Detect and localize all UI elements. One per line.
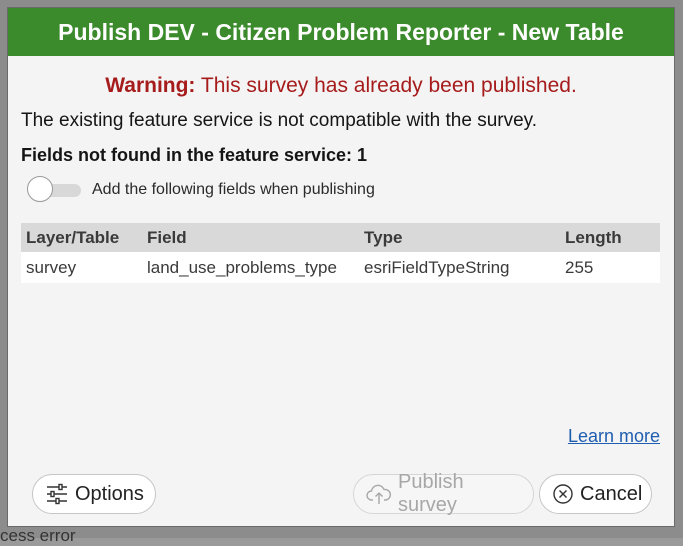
- table-row: survey land_use_problems_type esriFieldT…: [21, 252, 660, 283]
- add-fields-toggle-label: Add the following fields when publishing: [92, 181, 375, 198]
- column-header-field: Field: [142, 223, 359, 252]
- background-status-text: cess error: [0, 526, 76, 545]
- add-fields-toggle-row: Add the following fields when publishing: [21, 175, 661, 205]
- column-header-type: Type: [359, 223, 560, 252]
- table-header-row: Layer/Table Field Type Length: [21, 223, 660, 252]
- options-button[interactable]: Options: [32, 474, 156, 514]
- fields-not-found-heading: Fields not found in the feature service:…: [21, 145, 368, 165]
- dialog-title: Publish DEV - Citizen Problem Reporter -…: [8, 8, 674, 56]
- publish-dialog: Publish DEV - Citizen Problem Reporter -…: [7, 7, 675, 527]
- warning-message: Warning: This survey has already been pu…: [21, 74, 661, 98]
- column-header-layer-table: Layer/Table: [21, 223, 142, 252]
- sliders-icon: [45, 483, 69, 505]
- cancel-button[interactable]: Cancel: [539, 474, 652, 514]
- cell-length: 255: [560, 252, 660, 283]
- warning-label: Warning:: [105, 74, 196, 97]
- cell-type: esriFieldTypeString: [359, 252, 560, 283]
- cell-field: land_use_problems_type: [142, 252, 359, 283]
- publish-survey-button[interactable]: Publish survey: [353, 471, 534, 516]
- dialog-content: Warning: This survey has already been pu…: [8, 74, 674, 283]
- add-fields-toggle[interactable]: [27, 176, 83, 202]
- cell-layer-table: survey: [21, 252, 142, 283]
- warning-text: This survey has already been published.: [195, 74, 577, 97]
- column-header-length: Length: [560, 223, 660, 252]
- incompatible-message: The existing feature service is not comp…: [21, 110, 538, 131]
- toggle-knob[interactable]: [27, 176, 53, 202]
- cancel-button-label: Cancel: [580, 482, 643, 505]
- x-circle-icon: [552, 483, 574, 505]
- publish-survey-button-label: Publish survey: [398, 471, 464, 516]
- missing-fields-table: Layer/Table Field Type Length survey lan…: [21, 223, 660, 283]
- cloud-upload-icon: [366, 483, 392, 505]
- learn-more-link[interactable]: Learn more: [568, 426, 660, 447]
- options-button-label: Options: [75, 482, 144, 505]
